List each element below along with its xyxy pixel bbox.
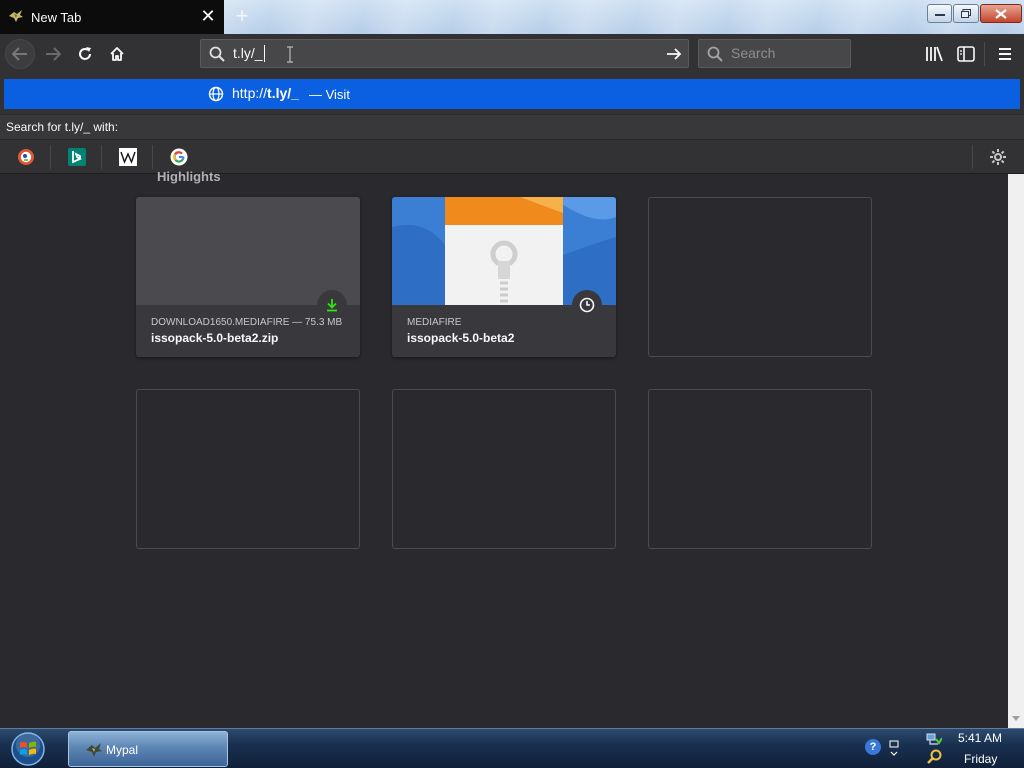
reload-button[interactable] [70, 39, 100, 69]
back-button[interactable] [5, 39, 35, 69]
search-input[interactable]: Search [731, 40, 775, 67]
close-tab-icon[interactable]: ✕ [199, 7, 217, 25]
zip-file-thumbnail [392, 197, 616, 305]
search-icon [209, 46, 225, 62]
visit-suggestion-row[interactable]: http://t.ly/_ — Visit [4, 79, 1020, 109]
empty-card-placeholder [648, 197, 872, 357]
download-icon [317, 290, 347, 320]
toolbar-divider [984, 42, 985, 66]
gear-icon[interactable] [989, 148, 1007, 166]
restore-button[interactable] [953, 4, 979, 23]
go-arrow-icon[interactable] [665, 45, 683, 63]
clock-day[interactable]: Friday [964, 752, 997, 766]
highlight-card[interactable]: DOWNLOAD1650.MEDIAFIRE — 75.3 MB issopac… [136, 197, 360, 357]
clock-icon [572, 290, 602, 320]
engine-divider [50, 145, 51, 169]
duckduckgo-icon[interactable] [17, 148, 35, 166]
forward-button[interactable] [38, 39, 68, 69]
vertical-scrollbar[interactable] [1008, 174, 1024, 728]
suggestion-url: http://t.ly/_ [232, 85, 299, 101]
card-title: issopack-5.0-beta2.zip [151, 331, 279, 345]
globe-icon [208, 86, 224, 102]
ibeam-cursor-icon [287, 46, 293, 63]
sidebar-icon[interactable] [956, 44, 976, 64]
mypal-icon [9, 10, 23, 22]
close-window-button[interactable] [980, 4, 1022, 23]
title-bar: New Tab ✕ + [0, 0, 1024, 34]
card-meta: DOWNLOAD1650.MEDIAFIRE — 75.3 MB [151, 317, 343, 328]
help-icon[interactable]: ? [865, 739, 881, 755]
new-tab-button[interactable]: + [231, 5, 253, 28]
url-bar[interactable]: t.ly/_ [200, 39, 689, 68]
url-input[interactable]: t.ly/_ [233, 40, 263, 67]
engine-divider [101, 145, 102, 169]
search-with-header: Search for t.ly/_ with: [0, 114, 1024, 140]
bing-icon[interactable] [68, 148, 86, 166]
google-icon[interactable] [170, 148, 188, 166]
card-meta: MEDIAFIRE [407, 317, 462, 328]
back-arrow-icon [12, 47, 27, 61]
restore-icon [954, 5, 978, 22]
forward-arrow-icon [46, 47, 61, 61]
tab-title: New Tab [31, 10, 82, 25]
search-bar[interactable]: Search [698, 39, 851, 68]
start-button[interactable] [8, 731, 48, 767]
card-thumbnail [136, 197, 360, 305]
highlight-card[interactable]: MEDIAFIRE issopack-5.0-beta2 [392, 197, 616, 357]
empty-card-placeholder [136, 389, 360, 549]
search-tray-icon[interactable] [926, 749, 942, 765]
home-icon [110, 47, 124, 61]
taskbar-window-mypal[interactable]: Mypal [68, 731, 228, 767]
suggestion-action: — Visit [309, 87, 350, 102]
search-with-label: Search for t.ly/_ with: [6, 120, 119, 134]
network-icon[interactable] [926, 733, 942, 747]
clock-time[interactable]: 5:41 AM [958, 731, 1002, 745]
highlights-heading: Highlights [157, 169, 221, 184]
minimize-button[interactable] [927, 4, 952, 23]
hamburger-menu-icon[interactable] [994, 44, 1016, 64]
empty-card-placeholder [648, 389, 872, 549]
show-hidden-icons-icon[interactable] [887, 737, 901, 759]
taskbar-window-label: Mypal [106, 743, 139, 757]
text-caret [264, 45, 265, 62]
url-dropdown: http://t.ly/_ — Visit Search for t.ly/_ … [0, 74, 1024, 174]
tab-new-tab[interactable]: New Tab ✕ [0, 0, 224, 34]
new-tab-page: Highlights DOWNLOAD1650.MEDIAFIRE — 75.3… [0, 169, 1008, 728]
empty-card-placeholder [392, 389, 616, 549]
reload-icon [79, 47, 91, 60]
mypal-icon [86, 743, 102, 757]
scroll-down-icon[interactable] [1012, 716, 1020, 721]
home-button[interactable] [102, 39, 132, 69]
card-title: issopack-5.0-beta2 [407, 331, 515, 345]
engine-divider [972, 145, 973, 169]
close-window-icon [981, 5, 1021, 22]
one-off-search-engines [0, 140, 1024, 174]
library-icon[interactable] [923, 43, 945, 65]
wikipedia-icon[interactable] [119, 148, 137, 166]
taskbar: Mypal ? 5:41 AM Friday [0, 728, 1024, 768]
engine-divider [152, 145, 153, 169]
minimize-icon [928, 5, 951, 22]
navigation-toolbar: t.ly/_ Search [0, 34, 1024, 74]
search-icon [707, 46, 723, 62]
